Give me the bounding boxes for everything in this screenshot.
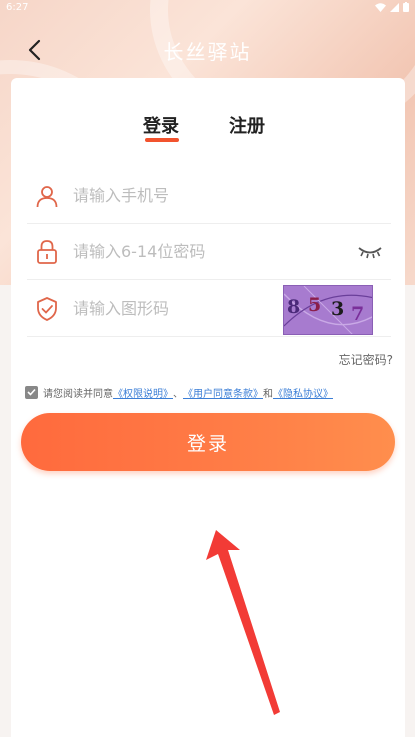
page-title: 长丝驿站	[163, 39, 252, 64]
password-field	[27, 224, 391, 280]
permission-link[interactable]: 《权限说明》	[113, 385, 173, 400]
check-icon	[27, 388, 36, 396]
agreement-separator: 和	[263, 388, 273, 400]
chevron-left-icon	[28, 39, 41, 61]
battery-icon	[403, 2, 409, 12]
privacy-link[interactable]: 《隐私协议》	[273, 385, 333, 400]
signal-icon	[390, 2, 399, 12]
lock-icon	[31, 236, 63, 268]
captcha-image[interactable]: 8 5 3 7	[283, 285, 373, 335]
tab-login[interactable]: 登录	[143, 112, 179, 138]
captcha-field: 8 5 3 7	[27, 281, 391, 337]
tab-register[interactable]: 注册	[229, 112, 265, 138]
login-button[interactable]: 登录	[21, 413, 395, 471]
captcha-char: 3	[331, 298, 345, 320]
agreement-checkbox[interactable]	[25, 385, 38, 399]
status-time: 6:27	[6, 1, 29, 13]
wifi-icon	[375, 2, 386, 12]
user-icon	[31, 180, 63, 212]
eye-closed-icon[interactable]	[357, 240, 383, 262]
pointer-arrow-icon	[206, 530, 280, 715]
agreement-text: 请您阅读并同意	[43, 388, 113, 400]
user-terms-link[interactable]: 《用户同意条款》	[183, 385, 263, 400]
phone-field	[27, 168, 391, 224]
agreement-row: 请您阅读并同意 《权限说明》 、 《用户同意条款》 和 《隐私协议》	[25, 383, 333, 401]
captcha-char: 5	[308, 294, 322, 316]
captcha-char: 7	[351, 303, 365, 325]
password-input[interactable]	[73, 242, 293, 261]
phone-input[interactable]	[73, 186, 293, 205]
status-bar: 6:27	[0, 0, 415, 14]
login-card: 登录 注册 请输入手机号 请输入图形码 8 5 3 7 忘记密码? 请您阅读并同…	[11, 78, 405, 737]
shield-check-icon	[31, 293, 63, 325]
active-tab-indicator	[145, 138, 179, 142]
back-button[interactable]	[20, 36, 48, 64]
title-bar: 长丝驿站	[0, 28, 415, 72]
forgot-password-link[interactable]: 忘记密码?	[339, 351, 393, 368]
captcha-char: 8	[287, 296, 301, 318]
auth-tabs: 登录 注册	[11, 112, 405, 142]
agreement-separator: 、	[173, 388, 183, 400]
captcha-input[interactable]	[73, 299, 293, 318]
